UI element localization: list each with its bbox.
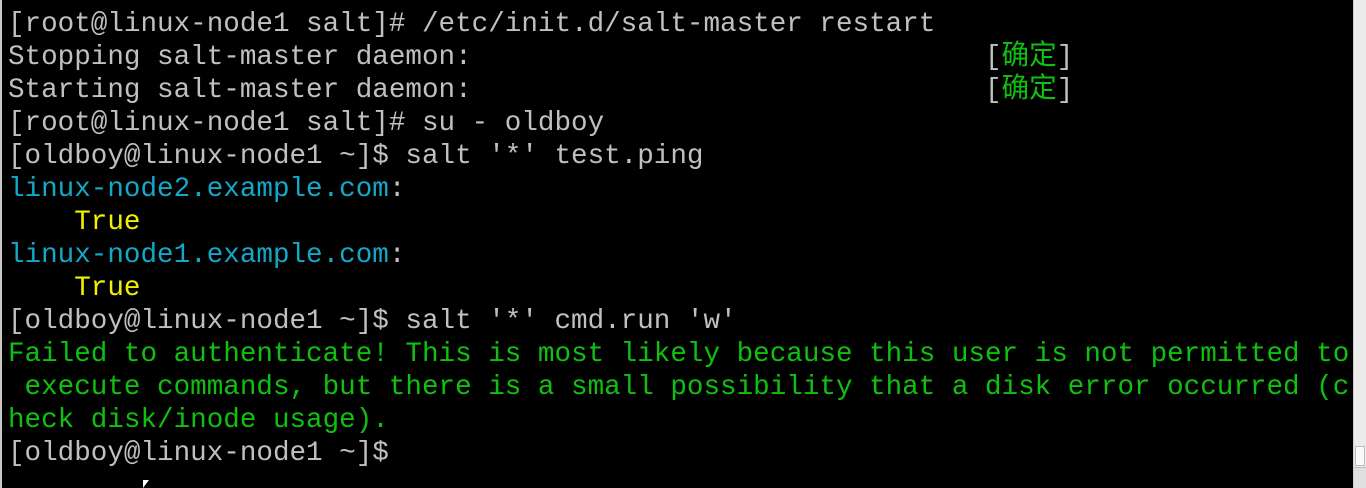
terminal-text-segment: Starting salt-master daemon: (8, 75, 985, 106)
terminal-line: True (8, 272, 1349, 305)
terminal-text-segment: 确定 (1001, 42, 1057, 73)
terminal-line: linux-node1.example.com: (8, 239, 1349, 272)
terminal-text-segment: [root@linux-node1 salt]# /etc/init.d/sal… (8, 9, 936, 40)
terminal-output: [root@linux-node1 salt]# /etc/init.d/sal… (8, 8, 1349, 470)
terminal-line: Starting salt-master daemon: [确定] (8, 74, 1349, 107)
terminal-line: True (8, 206, 1349, 239)
terminal-text-segment: Failed to authenticate! This is most lik… (8, 339, 1350, 370)
terminal-line: [oldboy@linux-node1 ~]$ salt '*' test.pi… (8, 140, 1349, 173)
vertical-scrollbar[interactable] (1353, 0, 1366, 488)
terminal-line: Failed to authenticate! This is most lik… (8, 338, 1349, 371)
terminal-text-segment: True (8, 273, 141, 304)
terminal-text-segment: ] (1056, 75, 1074, 106)
scroll-down-button[interactable] (1354, 467, 1366, 488)
terminal-window[interactable]: [root@linux-node1 salt]# /etc/init.d/sal… (0, 0, 1354, 488)
terminal-text-segment: [ (984, 42, 1002, 73)
terminal-text-segment: [oldboy@linux-node1 ~]$ salt '*' cmd.run… (8, 306, 737, 337)
terminal-text-segment: True (8, 207, 141, 238)
terminal-text-segment: 确定 (1001, 75, 1057, 106)
terminal-text-segment: [root@linux-node1 salt]# su - oldboy (8, 108, 605, 139)
terminal-line: Stopping salt-master daemon: [确定] (8, 41, 1349, 74)
terminal-line: execute commands, but there is a small p… (8, 371, 1350, 404)
terminal-line: [root@linux-node1 salt]# su - oldboy (8, 107, 1349, 140)
terminal-text-segment: : (388, 240, 406, 271)
scrollbar-thumb[interactable] (1355, 446, 1365, 466)
terminal-text-segment: Stopping salt-master daemon: (8, 42, 985, 73)
terminal-text-segment: linux-node2.example.com (8, 174, 389, 205)
mouse-pointer-icon (143, 480, 149, 488)
terminal-text-segment: [ (984, 75, 1002, 106)
terminal-text-segment: [oldboy@linux-node1 ~]$ (8, 438, 389, 469)
terminal-text-segment: ] (1056, 42, 1074, 73)
terminal-line: heck disk/inode usage). (8, 404, 1349, 437)
terminal-line: [oldboy@linux-node1 ~]$ (8, 437, 1349, 470)
terminal-text-segment: linux-node1.example.com (8, 240, 389, 271)
terminal-text-segment: heck disk/inode usage). (8, 405, 389, 436)
terminal-line: linux-node2.example.com: (8, 173, 1349, 206)
terminal-line: [root@linux-node1 salt]# /etc/init.d/sal… (8, 8, 1349, 41)
terminal-text-segment: : (388, 174, 406, 205)
terminal-text-segment: execute commands, but there is a small p… (8, 372, 1350, 403)
terminal-text-segment: [oldboy@linux-node1 ~]$ salt '*' test.pi… (8, 141, 704, 172)
terminal-line: [oldboy@linux-node1 ~]$ salt '*' cmd.run… (8, 305, 1349, 338)
